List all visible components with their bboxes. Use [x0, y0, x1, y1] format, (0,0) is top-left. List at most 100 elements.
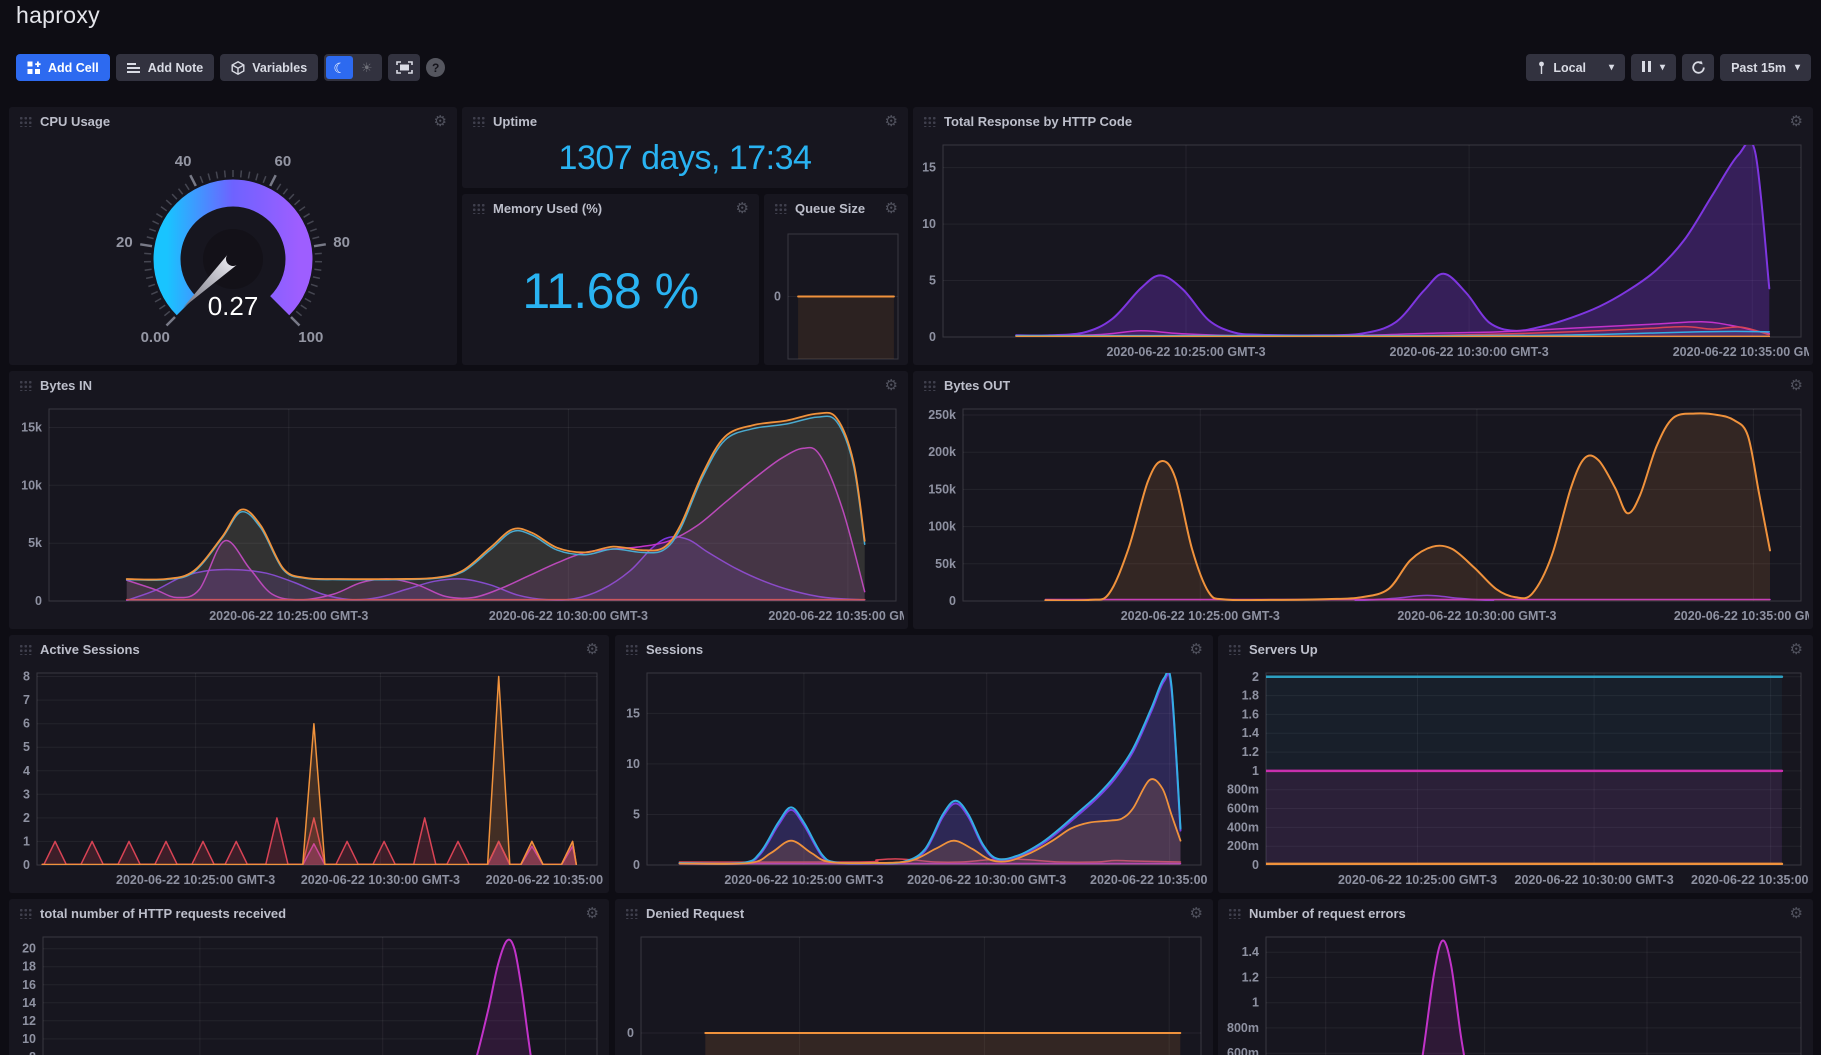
sessions-chart[interactable]: 0510152020-06-22 10:25:00 GMT-32020-06-2… [619, 663, 1209, 891]
svg-text:5: 5 [23, 740, 30, 754]
drag-handle-icon[interactable] [19, 115, 32, 127]
gear-icon[interactable]: ⚙ [586, 642, 599, 657]
panel-title: Sessions [646, 642, 703, 657]
svg-text:150k: 150k [928, 482, 956, 496]
gear-icon[interactable]: ⚙ [586, 906, 599, 921]
dashboard: haproxy Add Cell Add Note Variables [0, 0, 1821, 1055]
total-response-chart[interactable]: 0510152020-06-22 10:25:00 GMT-32020-06-2… [917, 135, 1809, 363]
svg-text:2020-06-22 10:25:00 GMT-3: 2020-06-22 10:25:00 GMT-3 [1106, 345, 1265, 359]
gear-icon[interactable]: ⚙ [434, 114, 447, 129]
svg-text:18: 18 [22, 960, 36, 974]
help-icon[interactable]: ? [426, 58, 445, 77]
svg-text:1.6: 1.6 [1242, 707, 1259, 721]
svg-text:400m: 400m [1227, 820, 1259, 834]
drag-handle-icon[interactable] [923, 379, 936, 391]
memory-used-value: 11.68 % [470, 220, 751, 361]
gear-icon[interactable]: ⚙ [885, 114, 898, 129]
drag-handle-icon[interactable] [923, 115, 936, 127]
presentation-mode-button[interactable] [388, 54, 420, 81]
pause-refresh-dropdown[interactable]: ▾ [1631, 54, 1676, 81]
panel-sessions: Sessions ⚙ 0510152020-06-22 10:25:00 GMT-… [615, 635, 1213, 893]
svg-text:2020-06-22 10:30:00 GMT-3: 2020-06-22 10:30:00 GMT-3 [1515, 873, 1674, 887]
svg-text:0: 0 [1252, 858, 1259, 872]
chevron-down-icon: ▾ [1660, 62, 1665, 73]
gear-icon[interactable]: ⚙ [1790, 642, 1803, 657]
svg-text:1.8: 1.8 [1242, 689, 1259, 703]
svg-text:3: 3 [23, 787, 30, 801]
drag-handle-icon[interactable] [625, 643, 638, 655]
uptime-value: 1307 days, 17:34 [470, 133, 900, 184]
drag-handle-icon[interactable] [774, 202, 787, 214]
drag-handle-icon[interactable] [1228, 643, 1241, 655]
panel-title: Active Sessions [40, 642, 140, 657]
drag-handle-icon[interactable] [1228, 907, 1241, 919]
svg-text:0: 0 [949, 594, 956, 608]
gear-icon[interactable]: ⚙ [1790, 378, 1803, 393]
drag-handle-icon[interactable] [19, 643, 32, 655]
timezone-label: Local [1553, 61, 1586, 75]
time-range-dropdown[interactable]: Past 15m ▾ [1720, 54, 1811, 81]
gear-icon[interactable]: ⚙ [885, 378, 898, 393]
light-mode-button[interactable]: ☀ [353, 56, 380, 79]
gear-icon[interactable]: ⚙ [1790, 114, 1803, 129]
svg-text:0: 0 [627, 1026, 634, 1040]
timezone-dropdown[interactable]: Local ▾ [1526, 54, 1625, 81]
gear-icon[interactable]: ⚙ [885, 201, 898, 216]
svg-text:16: 16 [22, 978, 36, 992]
bytes-out-chart[interactable]: 050k100k150k200k250k2020-06-22 10:25:00 … [917, 399, 1809, 627]
svg-text:2020-06-22 10:30:00 GMT-3: 2020-06-22 10:30:00 GMT-3 [1397, 609, 1556, 623]
request-errors-chart[interactable]: 0200m400m600m800m11.21.4 [1222, 927, 1809, 1055]
cube-icon [231, 61, 245, 75]
fullscreen-frame-icon [396, 61, 413, 74]
drag-handle-icon[interactable] [472, 115, 485, 127]
svg-text:50k: 50k [935, 557, 956, 571]
gear-icon[interactable]: ⚙ [1190, 906, 1203, 921]
panel-bytes-out: Bytes OUT⚙ 050k100k150k200k250k2020-06-2… [913, 371, 1813, 629]
toolbar: Add Cell Add Note Variables ☾ ☀ [0, 54, 1821, 82]
gear-icon[interactable]: ⚙ [736, 201, 749, 216]
dark-mode-button[interactable]: ☾ [326, 56, 353, 79]
active-sessions-chart[interactable]: 0123456782020-06-22 10:25:00 GMT-32020-0… [13, 663, 605, 891]
http-requests-chart[interactable]: 024681012141618202020-06-22 10:25:00 GMT… [13, 927, 605, 1055]
add-note-button[interactable]: Add Note [116, 54, 215, 81]
drag-handle-icon[interactable] [472, 202, 485, 214]
svg-text:2020-06-22 10:35:00 GMT-3: 2020-06-22 10:35:00 GMT-3 [1691, 873, 1809, 887]
chevron-down-icon: ▾ [1609, 62, 1614, 73]
add-cell-button[interactable]: Add Cell [16, 54, 110, 81]
panel-title: total number of HTTP requests received [40, 906, 286, 921]
panel-title: Bytes OUT [944, 378, 1010, 393]
pin-icon [1537, 61, 1546, 75]
pause-icon [1642, 61, 1651, 75]
svg-text:20: 20 [22, 942, 36, 956]
svg-text:0: 0 [774, 290, 781, 304]
gear-icon[interactable]: ⚙ [1190, 642, 1203, 657]
svg-text:1: 1 [1252, 764, 1259, 778]
panel-total-response: Total Response by HTTP Code⚙ 0510152020-… [913, 107, 1813, 365]
panel-memory-used: Memory Used (%) ⚙ 11.68 % [462, 194, 759, 365]
cpu-usage-gauge[interactable]: 0.00204060801000.27 [13, 135, 453, 363]
moon-icon: ☾ [333, 61, 346, 75]
drag-handle-icon[interactable] [19, 907, 32, 919]
panel-bytes-in: Bytes IN⚙ 05k10k15k2020-06-22 10:25:00 G… [9, 371, 908, 629]
panel-title: Queue Size [795, 201, 865, 216]
panel-title: Memory Used (%) [493, 201, 602, 216]
servers-up-chart[interactable]: 0200m400m600m800m11.21.41.61.822020-06-2… [1222, 663, 1809, 891]
svg-text:2: 2 [23, 811, 30, 825]
svg-text:5: 5 [633, 808, 640, 822]
add-cell-icon [27, 61, 41, 75]
drag-handle-icon[interactable] [625, 907, 638, 919]
bytes-in-chart[interactable]: 05k10k15k2020-06-22 10:25:00 GMT-32020-0… [13, 399, 904, 627]
queue-size-chart[interactable]: 0 [768, 222, 904, 363]
svg-text:1.4: 1.4 [1242, 726, 1259, 740]
svg-text:40: 40 [175, 153, 192, 170]
svg-text:2020-06-22 10:30:00 GMT-3: 2020-06-22 10:30:00 GMT-3 [1390, 345, 1549, 359]
svg-text:200k: 200k [928, 445, 956, 459]
svg-text:2020-06-22 10:25:00 GMT-3: 2020-06-22 10:25:00 GMT-3 [1121, 609, 1280, 623]
variables-button[interactable]: Variables [220, 54, 318, 81]
svg-text:1.4: 1.4 [1242, 945, 1259, 959]
gear-icon[interactable]: ⚙ [1790, 906, 1803, 921]
drag-handle-icon[interactable] [19, 379, 32, 391]
svg-text:2020-06-22 10:25:00 GMT-3: 2020-06-22 10:25:00 GMT-3 [1338, 873, 1497, 887]
refresh-button[interactable] [1682, 54, 1714, 81]
denied-request-chart[interactable]: 02020-06-22 10:25:00 GMT-32020-06-22 10:… [619, 927, 1209, 1055]
